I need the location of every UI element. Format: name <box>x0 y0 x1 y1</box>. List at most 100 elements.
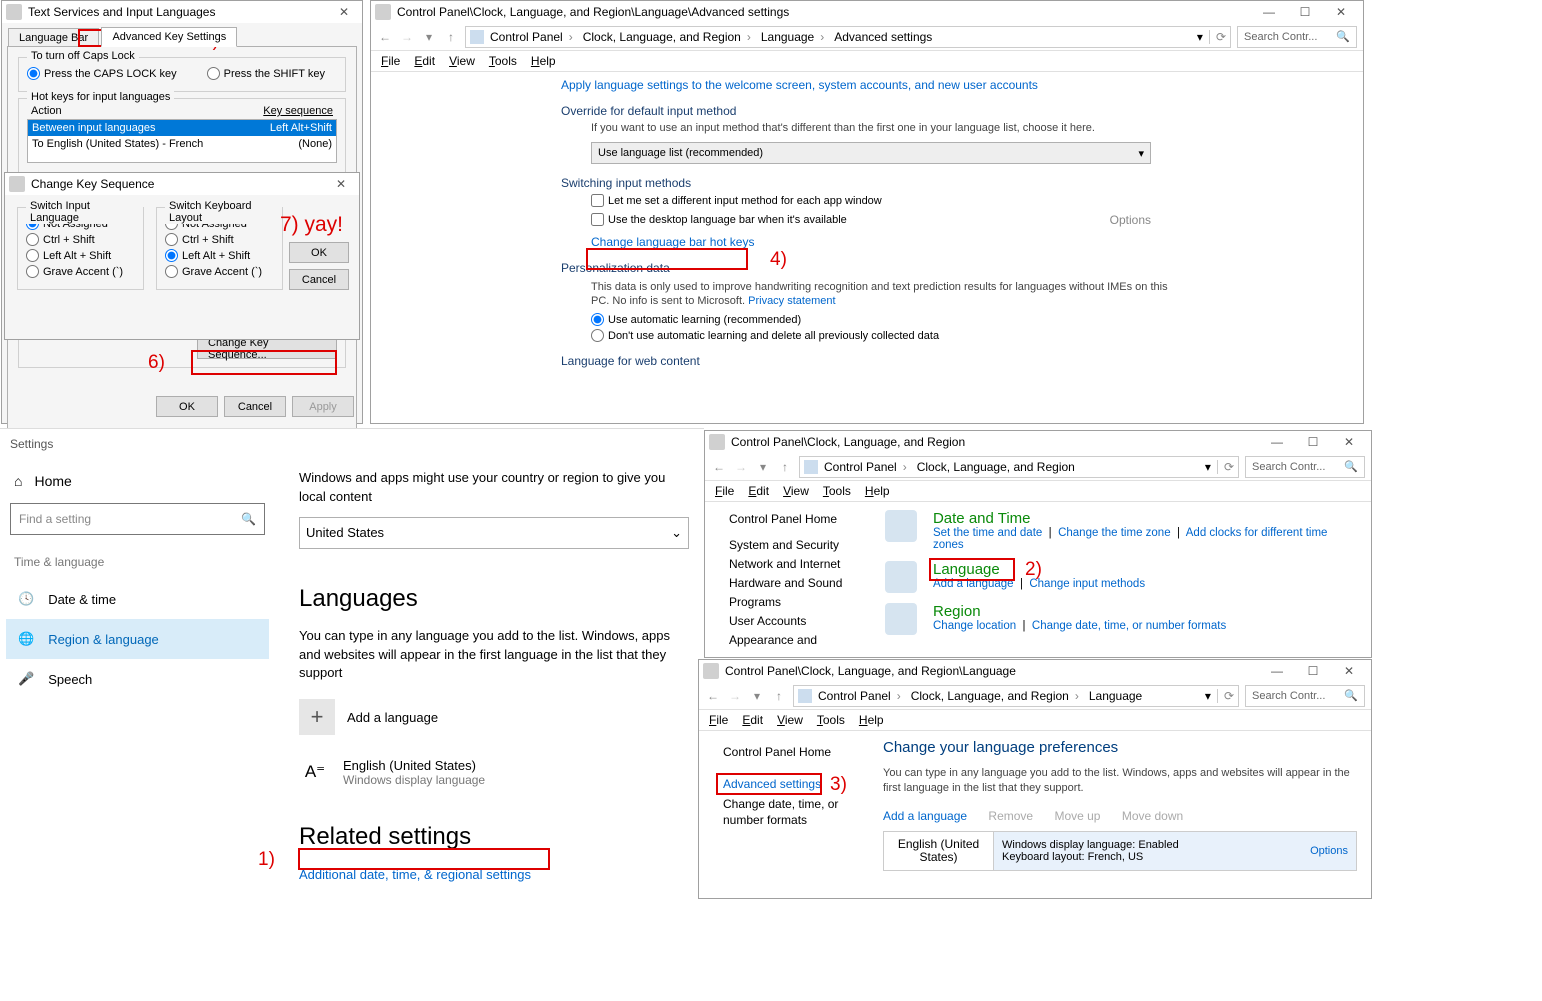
datetime-heading[interactable]: Date and Time <box>933 510 1361 527</box>
refresh-button[interactable]: ⟳ <box>1209 30 1226 44</box>
breadcrumb[interactable]: Control Panel Clock, Language, and Regio… <box>793 685 1239 707</box>
country-dropdown[interactable]: United States⌄ <box>299 517 689 549</box>
crumb-cp[interactable]: Control Panel <box>490 30 577 44</box>
refresh-button[interactable]: ⟳ <box>1217 689 1234 703</box>
radio-shift[interactable]: Press the SHIFT key <box>207 67 325 80</box>
nav-cp-home[interactable]: Control Panel Home <box>723 745 863 759</box>
up-button[interactable]: ↑ <box>777 460 793 474</box>
menu-file[interactable]: File <box>715 484 734 498</box>
hotkey-row-english[interactable]: To English (United States) - French(None… <box>28 136 336 152</box>
maximize-button[interactable]: ☐ <box>1287 1 1323 23</box>
menu-view[interactable]: View <box>783 484 809 498</box>
chevron-down-icon[interactable]: ▾ <box>1205 689 1211 703</box>
tab-advanced-key[interactable]: Advanced Key Settings <box>101 27 237 47</box>
minimize-button[interactable]: — <box>1259 660 1295 682</box>
ok-button[interactable]: OK <box>289 242 349 263</box>
close-button[interactable]: ✕ <box>1331 660 1367 682</box>
radio-grave-l[interactable]: Grave Accent (`) <box>26 265 135 278</box>
nav-system-sec[interactable]: System and Security <box>729 538 869 552</box>
nav-home[interactable]: ⌂Home <box>6 459 269 503</box>
menu-edit[interactable]: Edit <box>748 484 769 498</box>
crumb-cp[interactable]: Control Panel <box>824 460 911 474</box>
radio-alt-shift-l[interactable]: Left Alt + Shift <box>26 249 135 262</box>
forward-button[interactable]: → <box>399 30 415 44</box>
search-input[interactable]: Search Contr...🔍 <box>1245 456 1365 478</box>
search-input[interactable]: Search Contr...🔍 <box>1237 26 1357 48</box>
crumb-clr[interactable]: Clock, Language, and Region <box>917 460 1075 474</box>
nav-change-fmt[interactable]: Change date, time, or number formats <box>723 797 863 828</box>
close-button[interactable]: ✕ <box>327 173 355 195</box>
up-button[interactable]: ↑ <box>443 30 459 44</box>
close-button[interactable]: ✕ <box>1331 431 1367 453</box>
minimize-button[interactable]: — <box>1251 1 1287 23</box>
ok-button[interactable]: OK <box>156 396 218 417</box>
change-hotkeys-link[interactable]: Change language bar hot keys <box>591 235 1183 249</box>
language-item-english[interactable]: A⁼ English (United States) Windows displ… <box>299 757 694 787</box>
close-button[interactable]: ✕ <box>1323 1 1359 23</box>
override-dropdown[interactable]: Use language list (recommended)▾ <box>591 142 1151 164</box>
crumb-adv[interactable]: Advanced settings <box>834 30 932 44</box>
nav-hardware[interactable]: Hardware and Sound <box>729 576 869 590</box>
find-setting-input[interactable]: Find a setting🔍 <box>10 503 265 535</box>
forward-button[interactable]: → <box>733 460 749 474</box>
crumb-clr[interactable]: Clock, Language, and Region <box>911 689 1083 703</box>
tab-language-bar[interactable]: Language Bar <box>8 28 99 48</box>
menu-view[interactable]: View <box>449 54 475 68</box>
radio-caps-lock[interactable]: Press the CAPS LOCK key <box>27 67 177 80</box>
add-language-button[interactable]: + Add a language <box>299 699 694 735</box>
nav-network[interactable]: Network and Internet <box>729 557 869 571</box>
close-button[interactable]: ✕ <box>330 1 358 23</box>
chevron-down-icon[interactable]: ▾ <box>1197 30 1203 44</box>
link-change-loc[interactable]: Change location <box>933 620 1016 632</box>
crumb-clr[interactable]: Clock, Language, and Region <box>583 30 755 44</box>
link-change-fmt[interactable]: Change date, time, or number formats <box>1032 620 1226 632</box>
search-input[interactable]: Search Contr...🔍 <box>1245 685 1365 707</box>
link-change-tz[interactable]: Change the time zone <box>1058 527 1171 539</box>
menu-tools[interactable]: Tools <box>489 54 517 68</box>
history-dropdown[interactable]: ▾ <box>421 30 437 44</box>
menu-file[interactable]: File <box>381 54 400 68</box>
radio-ctrl-shift-l[interactable]: Ctrl + Shift <box>26 233 135 246</box>
radio-ctrl-shift-r[interactable]: Ctrl + Shift <box>165 233 274 246</box>
hotkey-row-between[interactable]: Between input languagesLeft Alt+Shift <box>28 120 336 136</box>
menu-file[interactable]: File <box>709 713 728 727</box>
nav-date-time[interactable]: 🕓Date & time <box>6 579 269 619</box>
nav-appearance[interactable]: Appearance and <box>729 633 869 647</box>
nav-user-acc[interactable]: User Accounts <box>729 614 869 628</box>
privacy-link[interactable]: Privacy statement <box>748 295 835 307</box>
menu-help[interactable]: Help <box>865 484 890 498</box>
up-button[interactable]: ↑ <box>771 689 787 703</box>
minimize-button[interactable]: — <box>1259 431 1295 453</box>
refresh-button[interactable]: ⟳ <box>1217 460 1234 474</box>
nav-speech[interactable]: 🎤Speech <box>6 659 269 699</box>
menu-help[interactable]: Help <box>859 713 884 727</box>
maximize-button[interactable]: ☐ <box>1295 660 1331 682</box>
forward-button[interactable]: → <box>727 689 743 703</box>
chk-desktop-bar[interactable]: Use the desktop language bar when it's a… <box>591 213 847 226</box>
back-button[interactable]: ← <box>705 689 721 703</box>
link-add-lang[interactable]: Add a language <box>933 578 1014 590</box>
menu-tools[interactable]: Tools <box>817 713 845 727</box>
change-key-seq-button[interactable]: Change Key Sequence... <box>197 338 337 359</box>
radio-auto-learn[interactable]: Use automatic learning (recommended) <box>591 313 1183 326</box>
radio-no-learn[interactable]: Don't use automatic learning and delete … <box>591 329 1183 342</box>
region-heading[interactable]: Region <box>933 603 1226 620</box>
nav-cp-home[interactable]: Control Panel Home <box>729 512 869 526</box>
radio-alt-shift-r[interactable]: Left Alt + Shift <box>165 249 274 262</box>
nav-programs[interactable]: Programs <box>729 595 869 609</box>
chk-per-app[interactable]: Let me set a different input method for … <box>591 194 1183 207</box>
welcome-link[interactable]: Apply language settings to the welcome s… <box>561 78 1183 92</box>
crumb-lang[interactable]: Language <box>1089 689 1142 703</box>
history-dropdown[interactable]: ▾ <box>755 460 771 474</box>
menu-edit[interactable]: Edit <box>742 713 763 727</box>
history-dropdown[interactable]: ▾ <box>749 689 765 703</box>
breadcrumb[interactable]: Control Panel Clock, Language, and Regio… <box>799 456 1239 478</box>
link-set-time[interactable]: Set the time and date <box>933 527 1042 539</box>
crumb-lang[interactable]: Language <box>761 30 828 44</box>
breadcrumb[interactable]: Control Panel Clock, Language, and Regio… <box>465 26 1231 48</box>
radio-grave-r[interactable]: Grave Accent (`) <box>165 265 274 278</box>
back-button[interactable]: ← <box>377 30 393 44</box>
apply-button[interactable]: Apply <box>292 396 354 417</box>
menu-edit[interactable]: Edit <box>414 54 435 68</box>
related-link[interactable]: Additional date, time, & regional settin… <box>299 867 694 882</box>
